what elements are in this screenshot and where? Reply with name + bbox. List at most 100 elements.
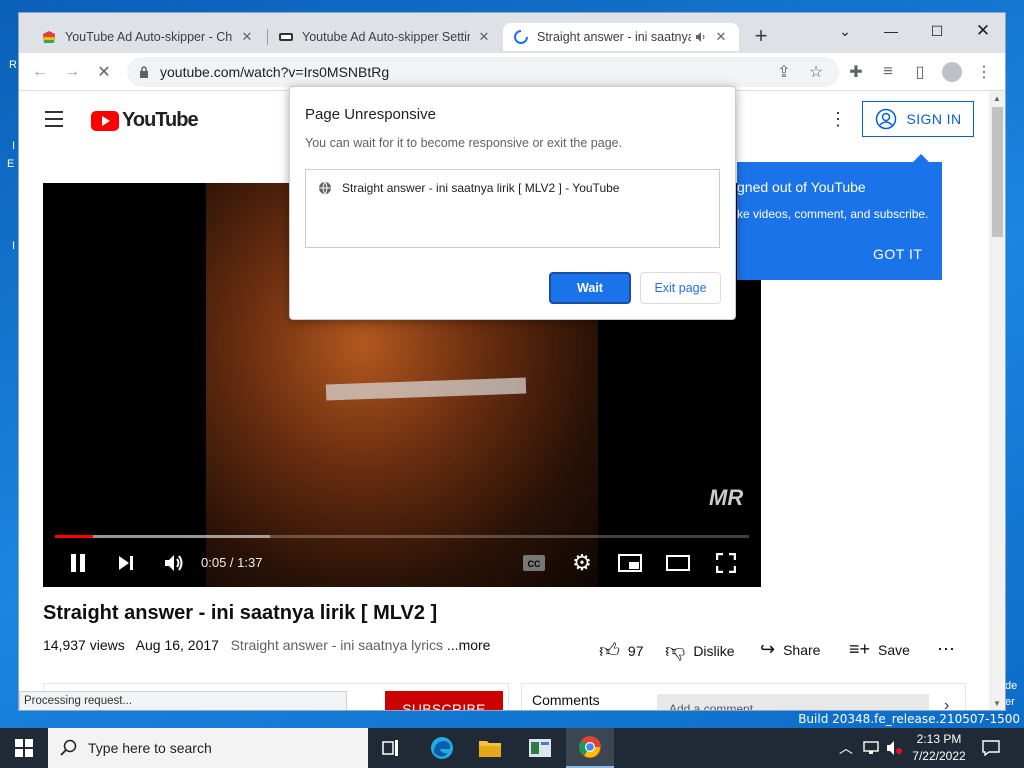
tab-title: Straight answer - ini saatnya lirik [537,30,691,44]
maximize-button[interactable]: ☐ [915,17,959,45]
edge-browser-taskbar[interactable] [418,728,466,768]
task-view-icon [382,740,398,756]
next-button[interactable] [111,551,141,575]
desktop-icon-fragment: I [12,140,16,152]
file-explorer-taskbar[interactable] [466,728,514,768]
theater-mode-button[interactable] [663,551,693,575]
hamburger-menu-icon[interactable] [45,111,63,127]
close-icon[interactable]: ✕ [476,29,492,45]
desktop-icon-fragment: I [12,240,16,252]
tab-chrome-store[interactable]: YouTube Ad Auto-skipper - Chrome ✕ [31,23,265,51]
fullscreen-button[interactable] [711,551,741,575]
chevron-right-icon[interactable]: › [944,697,949,710]
view-count: 14,937 views [43,637,125,653]
extensions-puzzle-icon[interactable]: ✚ [845,61,867,83]
start-button[interactable] [0,728,48,768]
taskbar-clock[interactable]: 2:13 PM 7/22/2022 [910,731,968,765]
windows-taskbar: Type here to search ︿ 2:13 PM 7/22/2022 [0,728,1024,768]
more-link[interactable]: ...more [447,637,491,653]
close-icon[interactable]: ✕ [239,29,255,45]
chrome-store-icon [43,31,55,43]
close-window-button[interactable]: ✕ [961,17,1005,45]
got-it-button[interactable]: GOT IT [873,246,922,262]
speaker-muted-icon [887,741,902,755]
tab-title: YouTube Ad Auto-skipper - Chrome [65,30,233,44]
stop-loading-icon[interactable]: ✕ [93,61,115,83]
scroll-up-arrow-icon[interactable]: ▲ [993,94,1001,103]
forward-arrow-icon[interactable]: → [61,61,83,83]
task-view-button[interactable] [368,728,416,768]
taskbar-search-box[interactable]: Type here to search [48,728,368,768]
progress-bar[interactable] [55,535,749,538]
action-center-button[interactable] [976,728,1006,768]
playlist-add-icon: ≡+ [849,639,871,659]
share-icon[interactable]: ⇪ [773,61,795,83]
side-panel-icon[interactable]: ▯ [909,61,931,83]
tab-youtube-video[interactable]: Straight answer - ini saatnya lirik ✕ [503,23,739,51]
youtube-logo[interactable]: YouTube [91,109,199,132]
chrome-menu-icon[interactable]: ⋮ [973,61,995,83]
notification-icon [982,740,1000,756]
minimize-button[interactable]: — [869,17,913,45]
clock-time: 2:13 PM [916,732,962,746]
more-actions-icon[interactable]: ⋯ [937,639,955,660]
tray-overflow-chevron-icon[interactable]: ︿ [836,728,856,768]
bookmark-star-icon[interactable]: ☆ [805,61,827,83]
save-button[interactable]: ≡+ Save [849,639,910,660]
svg-text:CC: CC [528,559,541,569]
page-unresponsive-dialog: Page Unresponsive You can wait for it to… [289,86,736,320]
subscribe-button[interactable]: SUBSCRIBE [385,691,503,710]
new-tab-button[interactable]: + [749,25,773,49]
page-item-title: Straight answer - ini saatnya lirik [ ML… [342,181,620,195]
server-manager-taskbar[interactable] [516,728,564,768]
exit-page-button[interactable]: Exit page [640,272,721,304]
pause-button[interactable] [63,551,93,575]
file-explorer-folder-icon [479,741,501,757]
dislike-button[interactable]: 👎︎ Dislike [665,639,735,663]
volume-button[interactable] [159,551,189,575]
settings-gear-icon[interactable]: ⚙ [567,550,597,575]
share-button[interactable]: ↪ Share [760,639,820,660]
settings-more-icon[interactable]: ⋮ [829,109,847,130]
network-icon[interactable] [860,728,882,768]
tab-extension-settings[interactable]: Youtube Ad Auto-skipper Settings ✕ [268,23,502,51]
scroll-down-arrow-icon[interactable]: ▼ [993,699,1001,708]
lock-icon[interactable] [139,66,149,78]
chrome-taskbar[interactable] [566,728,614,768]
server-manager-icon [529,739,551,757]
audio-playing-icon[interactable] [695,31,707,43]
page-scrollbar[interactable]: ▲ ▼ [989,91,1005,710]
miniplayer-button[interactable] [615,551,645,575]
media-control-icon[interactable]: ≡ [877,61,899,83]
globe-icon [319,181,331,195]
thumbs-up-icon: 👍︎ [599,640,620,662]
wait-button[interactable]: Wait [549,272,631,304]
sign-in-button[interactable]: SIGN IN [862,101,974,137]
video-content-guitar [325,377,527,401]
volume-muted-icon[interactable] [884,728,906,768]
played-bar [55,535,94,538]
dialog-title: Page Unresponsive [305,106,436,123]
search-placeholder: Type here to search [88,740,212,756]
volume-icon [165,555,183,571]
like-button[interactable]: 👍︎ 97 [599,639,643,663]
skip-next-icon [119,556,133,570]
video-title: Straight answer - ini saatnya lirik [ ML… [43,602,438,624]
account-circle-icon [875,108,896,130]
comment-input[interactable]: Add a comment... [657,694,929,710]
captions-button[interactable]: CC [519,551,549,575]
tab-search-chevron-icon[interactable]: ⌄ [823,17,867,45]
clock-date: 7/22/2022 [912,749,966,763]
profile-avatar-icon[interactable] [941,61,963,83]
close-icon[interactable]: ✕ [713,29,729,45]
time-display: 0:05 / 1:37 [201,555,263,570]
channel-watermark[interactable]: MR [709,485,743,511]
unresponsive-page-item[interactable]: Straight answer - ini saatnya lirik [ ML… [318,181,619,195]
scrollbar-thumb[interactable] [992,107,1003,237]
desktop-icon-fragment: E [7,158,15,170]
address-bar[interactable]: youtube.com/watch?v=Irs0MSNBtRg ⇪ ☆ [127,57,839,87]
miniplayer-icon [618,554,642,572]
youtube-wordmark: YouTube [122,109,199,131]
desktop-icon-fragment: er [1005,696,1015,708]
back-arrow-icon[interactable]: ← [29,61,51,83]
